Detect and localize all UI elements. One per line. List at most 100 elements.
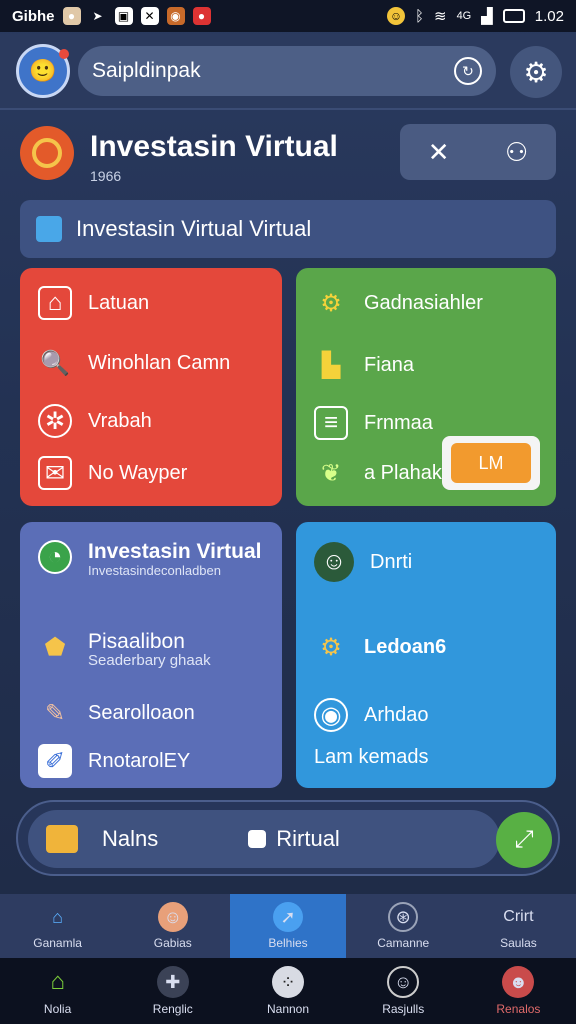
close-icon[interactable]: ✕ [428, 137, 450, 168]
tab-camera[interactable]: ⊛ Camanne [346, 894, 461, 958]
floating-right-label: Rirtual [276, 826, 340, 851]
menu-item[interactable]: ≡ Frnmaa [314, 406, 433, 440]
tab-renglic[interactable]: ✚ Renglic [115, 958, 230, 1024]
profile-avatar[interactable]: 🙂 [16, 44, 70, 98]
menu-item-label: Fiana [364, 353, 415, 376]
tab-label: Gabias [153, 936, 192, 950]
share-icon[interactable]: ⚇ [505, 137, 528, 168]
menu-item-label: Dnrti [370, 550, 413, 573]
info-banner[interactable]: Investasin Virtual Virtual [20, 200, 556, 258]
tab-nolia[interactable]: ⌂ Nolia [0, 958, 115, 1024]
menu-item-label: RnotarolEY [88, 749, 191, 772]
tab-label: Nolia [43, 1002, 72, 1016]
search-bar[interactable]: Saipldinpak ↻ [78, 46, 496, 96]
blue-menu-card: ☺ Dnrti ⚙ Ledoan6 ◉ Arhdao Lam kemads [296, 522, 556, 788]
leaf-icon: ❦ [320, 459, 342, 487]
menu-item-label: Frnmaa [364, 411, 433, 434]
alert-icon: ● [192, 7, 211, 25]
tab-renalos[interactable]: ☻ Renalos [461, 958, 576, 1024]
avatar-face-icon: 🙂 [29, 58, 57, 83]
tab-bar-top: ⌂ Ganamla ☺ Gabias ➚ Belhies ⊛ Camanne C… [0, 894, 576, 958]
pen-icon: ✎ [44, 699, 66, 727]
face-icon: ☺ [157, 902, 188, 932]
chart-text-icon: Crirt [503, 908, 534, 925]
fab-button[interactable]: ⤢ [496, 812, 552, 868]
emoji-icon: ☺ [386, 7, 405, 25]
tab-nannon[interactable]: ⁘ Nannon [230, 958, 345, 1024]
status-bar: Gibhe ● ➤ ▣ ✕ ◉ ● ☺ ᛒ ≋ 4G ▟ 1.02 [0, 0, 576, 32]
signal-text: 4G [456, 10, 472, 22]
menu-item[interactable]: ◔ Investasin Virtual Investasindeconladb… [38, 540, 268, 578]
menu-item[interactable]: ⚙ Ledoan6 [314, 630, 446, 664]
menu-item-label: Winohlan Camn [88, 351, 231, 374]
refresh-icon[interactable]: ↻ [454, 57, 482, 85]
floating-left-label: Nalns [102, 826, 159, 851]
tab-label: Ganamla [33, 936, 82, 950]
menu-item[interactable]: ⌂ Latuan [38, 286, 149, 320]
header-section: Investasin Virtual 1966 ✕ ⚇ [0, 112, 576, 202]
menu-item[interactable]: ⚙ Gadnasiahler [314, 286, 483, 320]
bluetooth-icon: ᛒ [414, 7, 424, 25]
add-icon: ✚ [156, 966, 189, 998]
menu-item[interactable]: ✐ RnotarolEY [38, 744, 190, 778]
menu-item-label: a Plahak [364, 461, 442, 484]
wifi-icon: ≋ [433, 8, 447, 25]
tab-sales[interactable]: Crirt Saulas [461, 894, 576, 958]
lm-button-label: LM [451, 443, 531, 483]
bar-chart-icon: ▙ [321, 351, 341, 379]
document-icon [36, 216, 62, 242]
tab-home[interactable]: ⌂ Ganamla [0, 894, 115, 958]
compass-icon: ➚ [273, 902, 303, 932]
tab-bar-bottom: ⌂ Nolia ✚ Renglic ⁘ Nannon ☺ Rasjulls ☻ … [0, 958, 576, 1024]
menu-item-label: Ledoan6 [364, 635, 447, 658]
status-carrier-text: Gibhe [12, 7, 55, 25]
tab-label: Renalos [496, 1002, 541, 1016]
group-icon: ☻ [502, 966, 535, 998]
signal-icon: ▟ [481, 8, 493, 25]
menu-item[interactable]: Lam kemads [314, 746, 429, 769]
menu-item-label: Arhdao [364, 703, 429, 726]
purple-menu-card: ◔ Investasin Virtual Investasindeconladb… [20, 522, 282, 788]
menu-item[interactable]: ☺ Dnrti [314, 542, 412, 582]
menu-item[interactable]: ✲ Vrabah [38, 404, 152, 438]
tab-rasjulls[interactable]: ☺ Rasjulls [346, 958, 461, 1024]
menu-item[interactable]: ❦ a Plahak [314, 456, 442, 490]
lm-button[interactable]: LM [442, 436, 540, 490]
ticket-icon: ≡ [314, 406, 348, 440]
notification-dot [59, 49, 69, 59]
tab-label: Nannon [266, 1002, 310, 1016]
menu-item[interactable]: ✎ Searolloaon [38, 696, 195, 730]
menu-item-label: Latuan [88, 291, 150, 314]
dots-icon: ⁘ [272, 966, 304, 998]
location-icon: ⬟ [44, 633, 66, 661]
search-icon: 🔍 [40, 349, 70, 377]
box-icon: ✕ [140, 7, 159, 25]
tab-profile[interactable]: ☺ Gabias [115, 894, 230, 958]
floating-pill[interactable]: Nalns Rirtual [28, 810, 500, 868]
tab-label: Saulas [500, 936, 537, 950]
menu-item[interactable]: ▙ Fiana [314, 348, 414, 382]
floating-action-bar: Nalns Rirtual ⤢ [16, 800, 560, 876]
app-notification-icon: ● [62, 7, 81, 25]
menu-item[interactable]: ⬟ Pisaalibon Seaderbary ghaak [38, 630, 211, 668]
menu-item[interactable]: ◉ Arhdao [314, 698, 429, 732]
banner-text: Investasin Virtual Virtual [76, 216, 312, 241]
menu-item-label: Searolloaon [88, 701, 195, 724]
expand-icon: ⤢ [514, 826, 534, 853]
house-icon: ⌂ [52, 906, 64, 927]
aperture-icon: ⊛ [388, 902, 419, 932]
mail-icon: ✉ [38, 456, 72, 490]
game-icon: ◉ [166, 7, 185, 25]
battery-icon [502, 9, 525, 23]
app-logo [20, 126, 74, 180]
menu-item[interactable]: ✉ No Wayper [38, 456, 187, 490]
app-screen: Gibhe ● ➤ ▣ ✕ ◉ ● ☺ ᛒ ≋ 4G ▟ 1.02 🙂 Saip… [0, 0, 576, 1024]
menu-item[interactable]: 🔍 Winohlan Camn [38, 346, 230, 380]
menu-item-label: Pisaalibon [88, 630, 185, 653]
target-icon: ✲ [38, 404, 72, 438]
person-icon: ☺ [314, 542, 354, 582]
tab-explore[interactable]: ➚ Belhies [230, 894, 346, 958]
settings-button[interactable]: ⚙ [510, 46, 562, 98]
user-icon: ☺ [387, 966, 420, 998]
edit-icon: ✐ [38, 744, 72, 778]
